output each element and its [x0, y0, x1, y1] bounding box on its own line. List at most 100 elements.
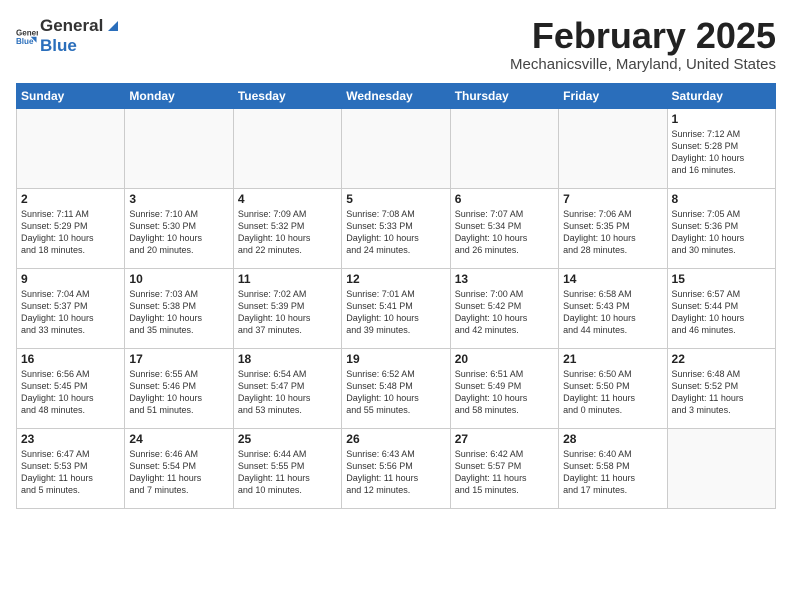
day-info: Sunrise: 7:11 AM Sunset: 5:29 PM Dayligh…	[21, 208, 120, 257]
day-cell: 25 Sunrise: 6:44 AM Sunset: 5:55 PM Dayli…	[233, 428, 341, 508]
day-info: Sunrise: 7:04 AM Sunset: 5:37 PM Dayligh…	[21, 288, 120, 337]
day-cell: 26Sunrise: 6:43 AM Sunset: 5:56 PM Dayli…	[342, 428, 450, 508]
day-cell: 15Sunrise: 6:57 AM Sunset: 5:44 PM Dayli…	[667, 268, 775, 348]
weekday-header-sunday: Sunday	[17, 83, 125, 108]
day-cell: 6Sunrise: 7:07 AM Sunset: 5:34 PM Daylig…	[450, 188, 558, 268]
day-info: Sunrise: 7:08 AM Sunset: 5:33 PM Dayligh…	[346, 208, 445, 257]
day-number: 14	[563, 272, 662, 286]
logo: General Blue General Blue	[16, 16, 122, 57]
location-title: Mechanicsville, Maryland, United States	[510, 56, 776, 73]
day-info: Sunrise: 6:55 AM Sunset: 5:46 PM Dayligh…	[129, 368, 228, 417]
day-cell: 12 Sunrise: 7:01 AM Sunset: 5:41 PM Dayli…	[342, 268, 450, 348]
day-cell	[559, 108, 667, 188]
day-cell	[125, 108, 233, 188]
day-cell: 28Sunrise: 6:40 AM Sunset: 5:58 PM Dayli…	[559, 428, 667, 508]
day-cell	[233, 108, 341, 188]
day-number: 10	[129, 272, 228, 286]
day-cell: 24Sunrise: 6:46 AM Sunset: 5:54 PM Dayli…	[125, 428, 233, 508]
day-cell: 14 Sunrise: 6:58 AM Sunset: 5:43 PM Dayli…	[559, 268, 667, 348]
day-number: 18	[238, 352, 337, 366]
day-number: 16	[21, 352, 120, 366]
logo-icon: General Blue	[16, 25, 38, 47]
day-cell: 17 Sunrise: 6:55 AM Sunset: 5:46 PM Dayli…	[125, 348, 233, 428]
svg-text:General: General	[16, 29, 38, 38]
day-number: 12	[346, 272, 445, 286]
week-row-5: 23 Sunrise: 6:47 AM Sunset: 5:53 PM Dayli…	[17, 428, 776, 508]
weekday-header-tuesday: Tuesday	[233, 83, 341, 108]
day-info: Sunrise: 6:40 AM Sunset: 5:58 PM Dayligh…	[563, 448, 662, 497]
day-number: 20	[455, 352, 554, 366]
logo-triangle-icon	[104, 17, 122, 35]
day-cell: 21 Sunrise: 6:50 AM Sunset: 5:50 PM Dayli…	[559, 348, 667, 428]
day-cell: 13 Sunrise: 7:00 AM Sunset: 5:42 PM Dayli…	[450, 268, 558, 348]
day-cell	[342, 108, 450, 188]
week-row-3: 9 Sunrise: 7:04 AM Sunset: 5:37 PM Daylig…	[17, 268, 776, 348]
day-cell: 20 Sunrise: 6:51 AM Sunset: 5:49 PM Dayli…	[450, 348, 558, 428]
day-number: 9	[21, 272, 120, 286]
calendar-table: SundayMondayTuesdayWednesdayThursdayFrid…	[16, 83, 776, 509]
day-info: Sunrise: 7:12 AM Sunset: 5:28 PM Dayligh…	[672, 128, 771, 177]
day-info: Sunrise: 7:03 AM Sunset: 5:38 PM Dayligh…	[129, 288, 228, 337]
logo-general-text: General	[40, 16, 122, 36]
day-cell	[17, 108, 125, 188]
week-row-2: 2 Sunrise: 7:11 AM Sunset: 5:29 PM Daylig…	[17, 188, 776, 268]
week-row-4: 16 Sunrise: 6:56 AM Sunset: 5:45 PM Dayli…	[17, 348, 776, 428]
logo-blue-text: Blue	[40, 36, 122, 56]
day-number: 24	[129, 432, 228, 446]
day-info: Sunrise: 6:56 AM Sunset: 5:45 PM Dayligh…	[21, 368, 120, 417]
day-number: 6	[455, 192, 554, 206]
day-number: 8	[672, 192, 771, 206]
day-info: Sunrise: 6:57 AM Sunset: 5:44 PM Dayligh…	[672, 288, 771, 337]
day-cell: 27 Sunrise: 6:42 AM Sunset: 5:57 PM Dayli…	[450, 428, 558, 508]
day-number: 17	[129, 352, 228, 366]
day-number: 11	[238, 272, 337, 286]
day-number: 27	[455, 432, 554, 446]
day-cell	[450, 108, 558, 188]
page-header: General Blue General Blue February 2025 …	[16, 16, 776, 73]
day-cell: 9 Sunrise: 7:04 AM Sunset: 5:37 PM Daylig…	[17, 268, 125, 348]
weekday-header-friday: Friday	[559, 83, 667, 108]
day-info: Sunrise: 6:44 AM Sunset: 5:55 PM Dayligh…	[238, 448, 337, 497]
day-cell	[667, 428, 775, 508]
day-number: 7	[563, 192, 662, 206]
title-block: February 2025 Mechanicsville, Maryland, …	[510, 16, 776, 73]
week-row-1: 1 Sunrise: 7:12 AM Sunset: 5:28 PM Daylig…	[17, 108, 776, 188]
day-cell: 10 Sunrise: 7:03 AM Sunset: 5:38 PM Dayli…	[125, 268, 233, 348]
day-cell: 2 Sunrise: 7:11 AM Sunset: 5:29 PM Daylig…	[17, 188, 125, 268]
day-info: Sunrise: 6:51 AM Sunset: 5:49 PM Dayligh…	[455, 368, 554, 417]
day-info: Sunrise: 7:06 AM Sunset: 5:35 PM Dayligh…	[563, 208, 662, 257]
weekday-header-wednesday: Wednesday	[342, 83, 450, 108]
day-cell: 4Sunrise: 7:09 AM Sunset: 5:32 PM Daylig…	[233, 188, 341, 268]
day-info: Sunrise: 6:50 AM Sunset: 5:50 PM Dayligh…	[563, 368, 662, 417]
day-info: Sunrise: 6:52 AM Sunset: 5:48 PM Dayligh…	[346, 368, 445, 417]
day-number: 26	[346, 432, 445, 446]
day-info: Sunrise: 7:09 AM Sunset: 5:32 PM Dayligh…	[238, 208, 337, 257]
weekday-header-monday: Monday	[125, 83, 233, 108]
day-info: Sunrise: 6:47 AM Sunset: 5:53 PM Dayligh…	[21, 448, 120, 497]
day-number: 5	[346, 192, 445, 206]
day-number: 2	[21, 192, 120, 206]
weekday-header-thursday: Thursday	[450, 83, 558, 108]
day-info: Sunrise: 6:48 AM Sunset: 5:52 PM Dayligh…	[672, 368, 771, 417]
day-cell: 16 Sunrise: 6:56 AM Sunset: 5:45 PM Dayli…	[17, 348, 125, 428]
day-info: Sunrise: 6:54 AM Sunset: 5:47 PM Dayligh…	[238, 368, 337, 417]
day-cell: 11 Sunrise: 7:02 AM Sunset: 5:39 PM Dayli…	[233, 268, 341, 348]
day-number: 23	[21, 432, 120, 446]
day-info: Sunrise: 7:05 AM Sunset: 5:36 PM Dayligh…	[672, 208, 771, 257]
day-info: Sunrise: 7:01 AM Sunset: 5:41 PM Dayligh…	[346, 288, 445, 337]
day-number: 25	[238, 432, 337, 446]
day-number: 1	[672, 112, 771, 126]
day-info: Sunrise: 7:00 AM Sunset: 5:42 PM Dayligh…	[455, 288, 554, 337]
day-info: Sunrise: 6:58 AM Sunset: 5:43 PM Dayligh…	[563, 288, 662, 337]
day-cell: 3Sunrise: 7:10 AM Sunset: 5:30 PM Daylig…	[125, 188, 233, 268]
day-number: 19	[346, 352, 445, 366]
day-number: 13	[455, 272, 554, 286]
day-info: Sunrise: 6:42 AM Sunset: 5:57 PM Dayligh…	[455, 448, 554, 497]
day-cell: 18 Sunrise: 6:54 AM Sunset: 5:47 PM Dayli…	[233, 348, 341, 428]
day-number: 22	[672, 352, 771, 366]
day-number: 3	[129, 192, 228, 206]
weekday-header-row: SundayMondayTuesdayWednesdayThursdayFrid…	[17, 83, 776, 108]
day-info: Sunrise: 7:02 AM Sunset: 5:39 PM Dayligh…	[238, 288, 337, 337]
day-number: 21	[563, 352, 662, 366]
day-cell: 23 Sunrise: 6:47 AM Sunset: 5:53 PM Dayli…	[17, 428, 125, 508]
